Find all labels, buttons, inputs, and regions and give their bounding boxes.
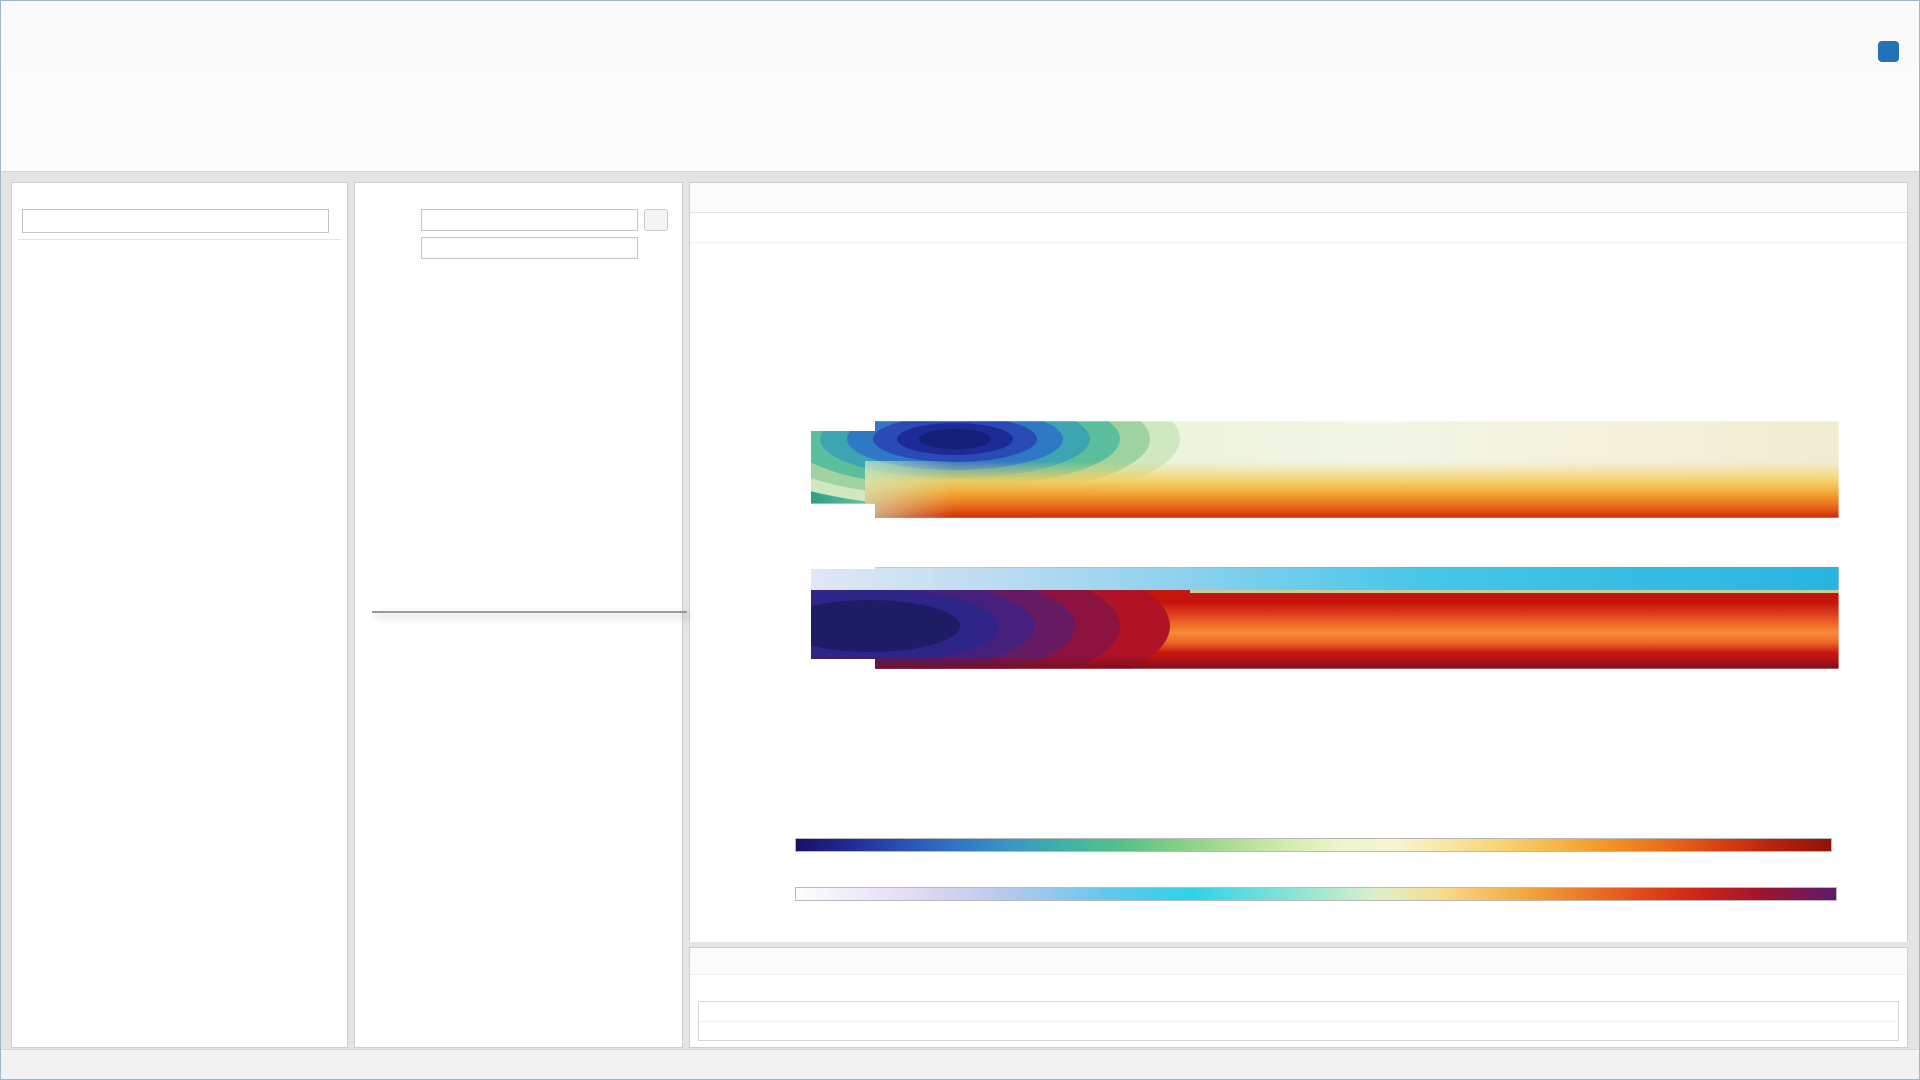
pressure-colorbar: [795, 838, 1832, 852]
settings-panel: [354, 182, 683, 1048]
model-builder-title: [12, 183, 347, 195]
model-builder-toolbar: [12, 195, 347, 207]
graphics-toolbar: [690, 213, 1907, 243]
messages-tabs: [690, 948, 1907, 975]
model-builder-panel: [11, 182, 348, 1048]
help-button[interactable]: [1878, 41, 1899, 62]
model-tree: [18, 239, 341, 244]
tree-filter-input[interactable]: [22, 209, 329, 233]
window-controls: [1781, 1, 1919, 38]
graphics-panel: [689, 182, 1908, 941]
close-button[interactable]: [1873, 1, 1919, 38]
status-bar: [1, 1049, 1919, 1079]
velocity-colorbar: [795, 887, 1837, 901]
settings-subtitle: [355, 194, 682, 206]
minimize-button[interactable]: [1781, 1, 1827, 38]
title-bar: [1, 1, 1919, 38]
menu-bar: [1, 38, 1919, 65]
name-field[interactable]: [421, 237, 638, 259]
rename-button[interactable]: [644, 209, 668, 231]
messages-toolbar: [690, 975, 1907, 1001]
ribbon: [1, 65, 1919, 172]
diffusion-model-dropdown: [372, 611, 687, 613]
graphics-tabs: [690, 183, 1907, 213]
maximize-button[interactable]: [1827, 1, 1873, 38]
settings-title: [355, 183, 682, 194]
label-field[interactable]: [421, 209, 638, 231]
messages-panel: [689, 947, 1908, 1048]
messages-content[interactable]: [698, 1001, 1899, 1041]
plot-canvas[interactable]: [690, 243, 1907, 942]
